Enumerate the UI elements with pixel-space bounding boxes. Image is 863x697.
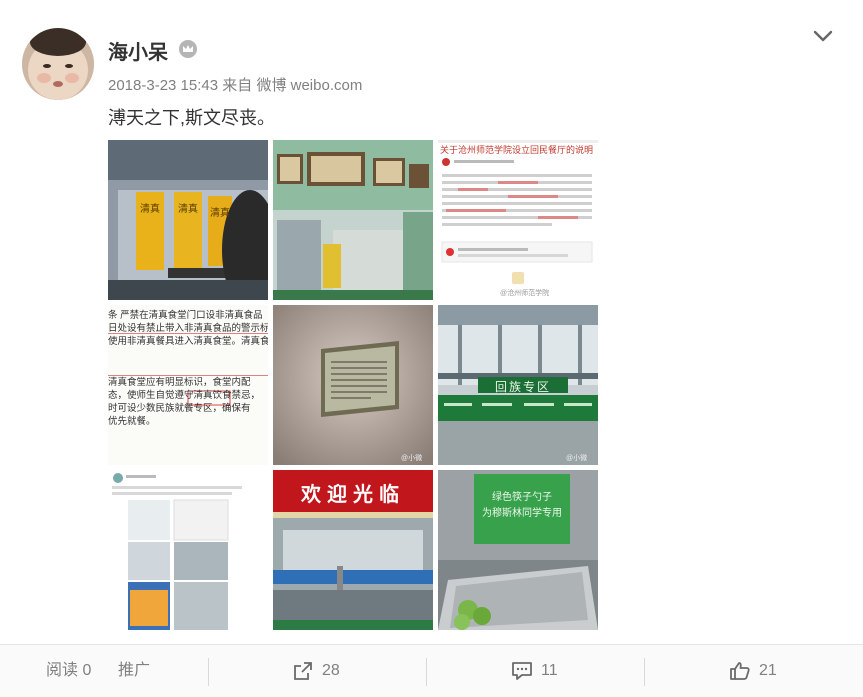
repost-button[interactable]: 28	[292, 645, 340, 697]
image-grid: 清真 清真 清真 关于沧州师范学院设立回民餐厅的说明 @沧州师范学院 条 严禁在…	[108, 140, 598, 630]
crown-icon[interactable]	[178, 39, 198, 59]
post-image-1[interactable]: 清真 清真 清真	[108, 140, 268, 300]
promote-button[interactable]: 推广	[118, 645, 150, 697]
repost-count: 28	[322, 662, 340, 679]
sign-label-1: 清真	[140, 204, 160, 215]
divider	[208, 658, 209, 686]
area-banner: 回族专区	[494, 380, 551, 394]
read-count-value: 0	[82, 662, 92, 679]
regulation-text: 条 严禁在清真食堂门口设非清真食品 日处设有禁止带入非清真食品的警示标 使用非清…	[108, 309, 268, 428]
comment-icon	[512, 661, 532, 680]
cutlery-sign-line-1: 绿色筷子勺子	[492, 492, 552, 503]
post-image-8[interactable]: 欢迎光临	[273, 470, 433, 630]
document-watermark: @沧州师范学院	[500, 290, 550, 297]
read-count: 阅读 0	[46, 645, 91, 697]
post-image-3[interactable]: 关于沧州师范学院设立回民餐厅的说明 @沧州师范学院	[438, 140, 598, 300]
image-watermark: @小微	[566, 455, 588, 462]
like-button[interactable]: 21	[729, 645, 777, 697]
post-image-7[interactable]	[108, 470, 268, 630]
welcome-banner: 欢迎光临	[301, 484, 405, 506]
post-timestamp[interactable]: 2018-3-23 15:43	[108, 77, 218, 94]
regulation-line: 态，使师生自觉遵守清真饮食禁忌，	[108, 390, 261, 401]
post-text: 溥天之下,斯文尽丧。	[108, 108, 276, 128]
regulation-line: 条 严禁在清真食堂门口设非清真食品	[108, 310, 263, 321]
image-watermark: @小微	[401, 455, 423, 462]
post-image-5[interactable]: @小微	[273, 305, 433, 465]
post-image-9[interactable]: 绿色筷子勺子 为穆斯林同学专用	[438, 470, 598, 630]
post-image-6[interactable]: 回族专区 @小微	[438, 305, 598, 465]
divider	[426, 658, 427, 686]
document-title: 关于沧州师范学院设立回民餐厅的说明	[440, 145, 594, 155]
thumbs-up-icon	[730, 661, 750, 680]
chevron-down-icon[interactable]	[812, 28, 834, 44]
action-bar: 阅读 0 推广 28 11 21	[0, 644, 863, 697]
sign-label-2: 清真	[178, 204, 198, 215]
post-image-4[interactable]: 条 严禁在清真食堂门口设非清真食品 日处设有禁止带入非清真食品的警示标 使用非清…	[108, 305, 268, 465]
username[interactable]: 海小呆	[108, 36, 168, 65]
regulation-line: 清真食堂应有明显标识，食堂内配	[108, 377, 251, 388]
post-meta: 2018-3-23 15:43 来自 微博 weibo.com	[108, 74, 362, 95]
divider	[644, 658, 645, 686]
read-label: 阅读	[46, 662, 79, 679]
avatar[interactable]	[22, 28, 94, 100]
regulation-line: 优先就餐。	[108, 416, 156, 427]
promote-label: 推广	[118, 662, 151, 679]
comment-count: 11	[541, 662, 558, 679]
comment-button[interactable]: 11	[511, 645, 558, 697]
regulation-line: 日处设有禁止带入非清真食品的警示标	[108, 323, 268, 334]
sign-label-3: 清真	[210, 208, 230, 219]
share-icon	[294, 661, 312, 680]
post-source[interactable]: 微博 weibo.com	[256, 77, 362, 94]
weibo-post-card: 海小呆 2018-3-23 15:43 来自 微博 weibo.com 溥天之下…	[0, 0, 863, 697]
regulation-line: 时可设少数民族就餐专区，确保有	[108, 403, 251, 414]
like-count: 21	[759, 662, 777, 679]
regulation-line: 使用非清真餐具进入清真食堂。清真食堂	[108, 336, 268, 347]
cutlery-sign: 绿色筷子勺子 为穆斯林同学专用	[474, 490, 570, 522]
cutlery-sign-line-2: 为穆斯林同学专用	[482, 508, 562, 519]
source-prefix: 来自	[222, 77, 253, 94]
post-image-2[interactable]	[273, 140, 433, 300]
